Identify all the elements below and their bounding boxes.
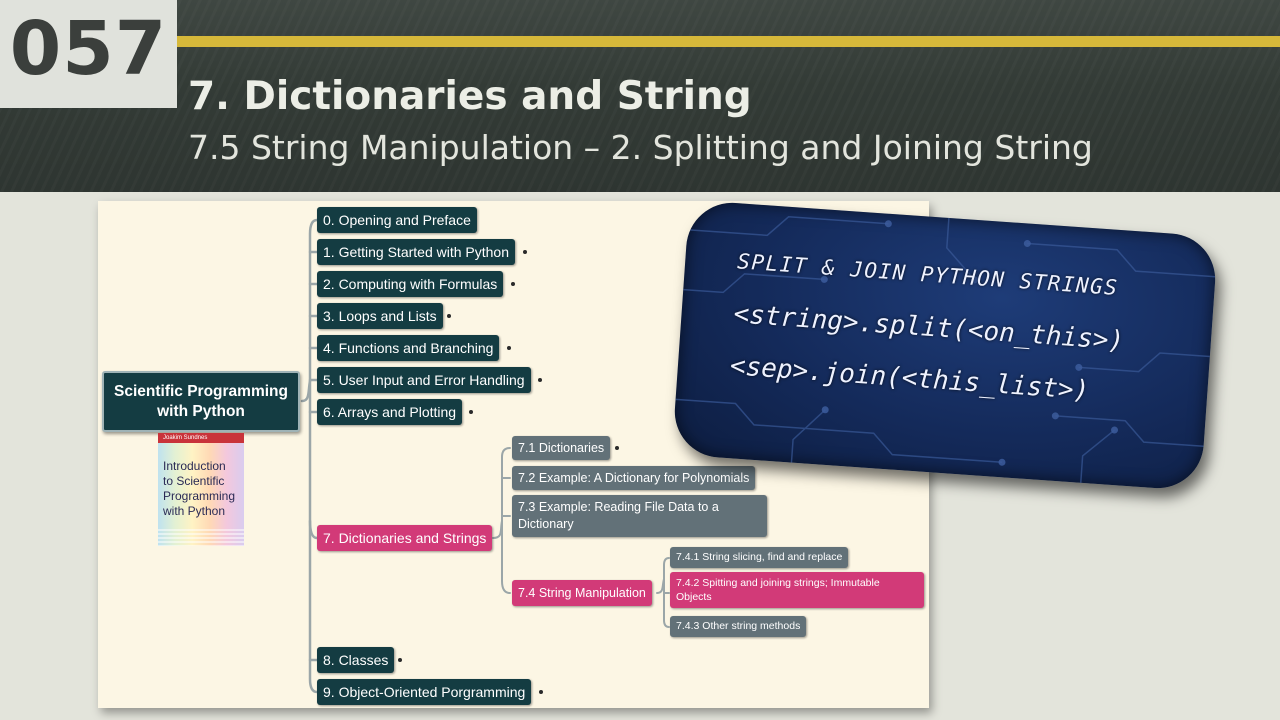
section-node-7-4[interactable]: 7.4 String Manipulation bbox=[512, 580, 652, 606]
section-node-7-2[interactable]: 7.2 Example: A Dictionary for Polynomial… bbox=[512, 466, 756, 490]
slide-number-box: 057 bbox=[0, 0, 177, 108]
subsection-node-7-4-1[interactable]: 7.4.1 String slicing, find and replace bbox=[670, 547, 849, 568]
collapsed-indicator-icon bbox=[469, 410, 473, 414]
book-title-line-1: Introduction bbox=[163, 459, 226, 473]
chapter-node-1[interactable]: 1. Getting Started with Python bbox=[317, 239, 515, 265]
section-node-7-3[interactable]: 7.3 Example: Reading File Data to a Dict… bbox=[512, 495, 767, 537]
chapter-node-2[interactable]: 2. Computing with Formulas bbox=[317, 271, 504, 297]
collapsed-indicator-icon bbox=[507, 346, 511, 350]
chapter-node-8[interactable]: 8. Classes bbox=[317, 647, 395, 673]
book-title-line-3: Programming bbox=[163, 489, 236, 503]
slide-title: 7. Dictionaries and String bbox=[188, 74, 752, 119]
root-title-line-2: with Python bbox=[157, 403, 245, 420]
book-title-line-4: with Python bbox=[163, 504, 226, 518]
circuit-pattern bbox=[675, 216, 1216, 483]
chapter-node-5[interactable]: 5. User Input and Error Handling bbox=[317, 367, 531, 393]
collapsed-indicator-icon bbox=[511, 282, 515, 286]
book-cover-image: Joakim Sundnes Introduction to Scientifi… bbox=[158, 433, 244, 546]
book-author: Joakim Sundnes bbox=[163, 435, 208, 441]
collapsed-indicator-icon bbox=[523, 250, 527, 254]
chapter-node-3[interactable]: 3. Loops and Lists bbox=[317, 303, 443, 329]
book-title-line-2: to Scientific bbox=[163, 474, 225, 488]
accent-bar bbox=[176, 36, 1280, 47]
chapter-node-9[interactable]: 9. Object-Oriented Porgramming bbox=[317, 679, 532, 705]
collapsed-indicator-icon bbox=[447, 314, 451, 318]
subsection-node-7-4-3[interactable]: 7.4.3 Other string methods bbox=[670, 616, 807, 637]
chapter-node-7[interactable]: 7. Dictionaries and Strings bbox=[317, 525, 493, 551]
collapsed-indicator-icon bbox=[615, 446, 619, 450]
slide-number: 057 bbox=[9, 6, 168, 92]
root-node[interactable]: Scientific Programming with Python bbox=[102, 371, 300, 432]
code-card: SPLIT & JOIN PYTHON STRINGS <string>.spl… bbox=[671, 199, 1219, 492]
collapsed-indicator-icon bbox=[539, 690, 543, 694]
book-cover-stripes bbox=[158, 529, 244, 546]
section-node-7-1[interactable]: 7.1 Dictionaries bbox=[512, 436, 611, 460]
chapter-node-4[interactable]: 4. Functions and Branching bbox=[317, 335, 500, 361]
collapsed-indicator-icon bbox=[538, 378, 542, 382]
collapsed-indicator-icon bbox=[398, 658, 402, 662]
root-title-line-1: Scientific Programming bbox=[114, 383, 288, 400]
chapter-node-6[interactable]: 6. Arrays and Plotting bbox=[317, 399, 463, 425]
chapter-node-0[interactable]: 0. Opening and Preface bbox=[317, 207, 477, 233]
slide-subtitle: 7.5 String Manipulation – 2. Splitting a… bbox=[188, 128, 1093, 167]
subsection-node-7-4-2[interactable]: 7.4.2 Spitting and joining strings; Immu… bbox=[670, 572, 924, 608]
